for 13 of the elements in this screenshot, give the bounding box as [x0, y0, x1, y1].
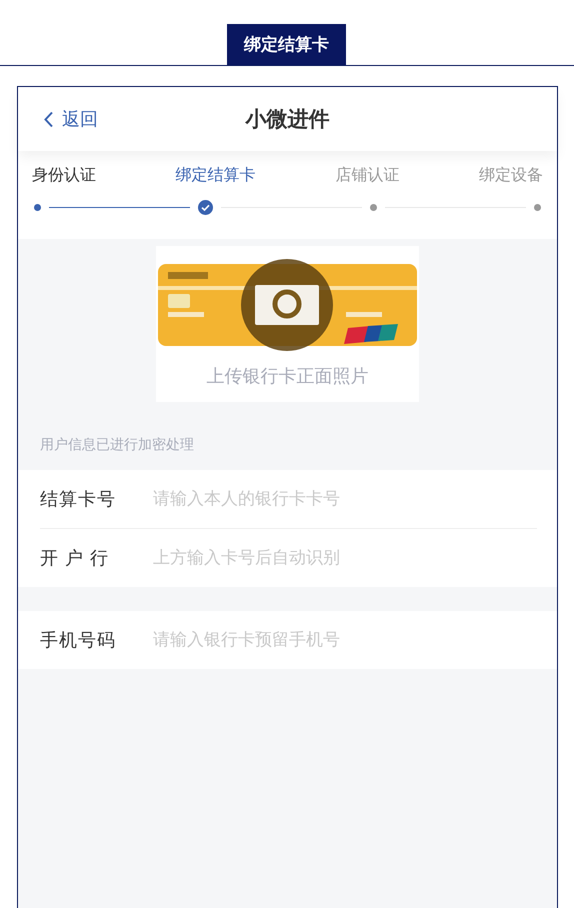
encryption-note: 用户信息已进行加密处理 — [39, 435, 195, 454]
page-tab[interactable]: 绑定结算卡 — [227, 24, 346, 65]
back-icon — [44, 110, 54, 128]
field-label: 结算卡号 — [40, 488, 117, 511]
step-label: 店铺认证 — [335, 166, 400, 186]
field-label: 开 户 行 — [40, 547, 110, 570]
page-title: 小微进件 — [246, 107, 330, 133]
step-label: 绑定结算卡 — [176, 166, 256, 186]
step-label: 绑定设备 — [478, 166, 543, 186]
step-label: 身份认证 — [32, 166, 96, 186]
field-label: 手机号码 — [40, 629, 117, 652]
back-button[interactable]: 返回 — [18, 106, 104, 132]
upload-caption: 上传银行卡正面照片 — [206, 365, 368, 388]
